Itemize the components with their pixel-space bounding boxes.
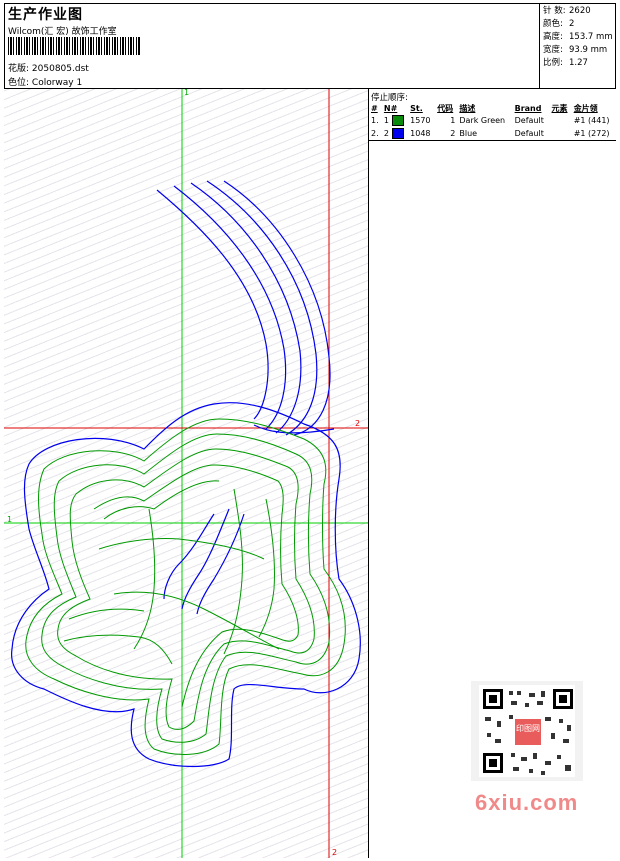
col-header: St. — [410, 103, 423, 113]
stat-row: 颜色: 2 — [543, 19, 575, 29]
design-info: 花版: 2050805.dst — [8, 61, 89, 74]
design-value: 2050805.dst — [31, 64, 89, 74]
table-row[interactable]: 1. 1 1570 1 Dark Green Default #1 (441) — [369, 114, 616, 127]
table-divider — [369, 140, 616, 141]
red-guide-label-bottom: 2 — [332, 848, 337, 857]
col-header: # — [371, 103, 378, 113]
col-header: N# — [383, 103, 398, 113]
embroidery-preview[interactable]: 1 1 2 2 — [4, 89, 369, 858]
table-header-row: # N# St. 代码 描述 Brand 元素 金片领 — [369, 102, 616, 114]
design-stats: 针 数: 2620 颜色: 2 高度: 153.7 mm 宽度: 93.9 mm 比例:… — [543, 5, 613, 70]
col-header: Brand — [514, 103, 542, 113]
studio-name: Wilcom(汇 宏) 故饰工作室 — [8, 27, 117, 37]
col-header: 金片领 — [573, 103, 598, 113]
col-header: 元素 — [551, 103, 568, 113]
green-guide-label-top: 1 — [184, 89, 189, 97]
color-swatch-icon — [391, 115, 404, 126]
stat-row: 针 数: 2620 — [543, 6, 591, 16]
embroidery-design: 1 1 2 2 — [4, 89, 368, 858]
table-row[interactable]: 2. 2 1048 2 Blue Default #1 (272) — [369, 127, 616, 140]
red-guide-label-right: 2 — [355, 419, 360, 428]
colorway-value: Colorway 1 — [31, 78, 83, 88]
sheet-title: 生产作业图 — [8, 7, 83, 23]
design-label: 花版: — [8, 64, 30, 74]
watermark-text: 6xiu.com — [475, 790, 579, 815]
green-guide-label-left: 1 — [7, 515, 12, 524]
colorway-label: 色位: — [8, 78, 30, 88]
color-swatch-icon — [391, 128, 404, 139]
svg-text:印图网: 印图网 — [516, 724, 540, 733]
qr-code-icon: 印图网 — [471, 681, 583, 781]
stat-row: 比例: 1.27 — [543, 58, 588, 68]
col-header: 代码 — [437, 103, 454, 113]
stop-sequence-table: # N# St. 代码 描述 Brand 元素 金片领 1. 1 1570 1 … — [369, 102, 616, 140]
colorway-info: 色位: Colorway 1 — [8, 75, 82, 88]
stat-row: 宽度: 93.9 mm — [543, 45, 608, 55]
col-header: 描述 — [459, 103, 476, 113]
green-stitch-paths — [25, 418, 346, 755]
stat-row: 高度: 153.7 mm — [543, 32, 613, 42]
barcode-icon — [8, 37, 140, 55]
